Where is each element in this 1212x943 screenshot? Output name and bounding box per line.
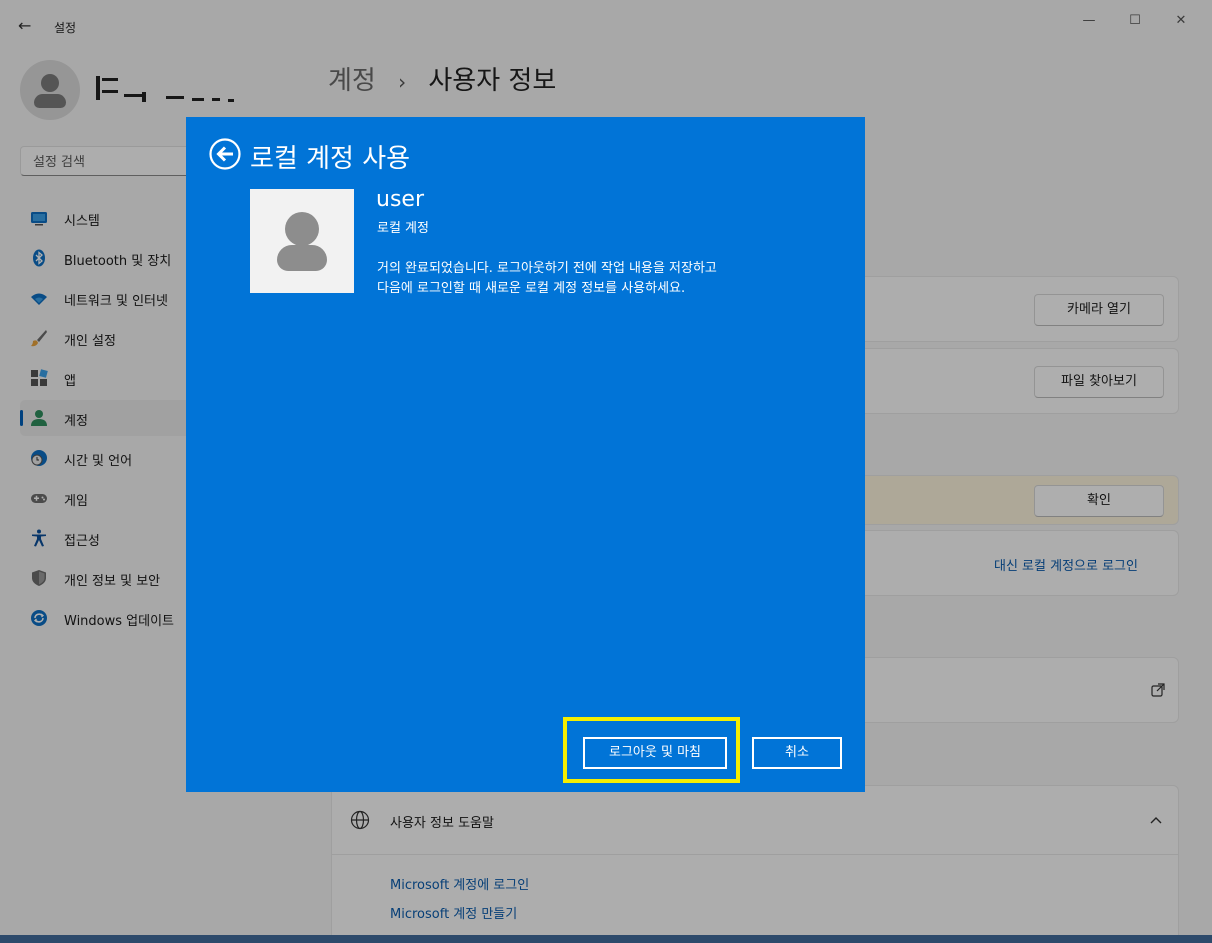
dialog-title: 로컬 계정 사용 bbox=[250, 144, 411, 174]
settings-window: ← 설정 — ☐ ✕ 시스템 Bluetooth 및 장치 네트워크 및 인터넷 bbox=[0, 0, 1212, 935]
cancel-button[interactable]: 취소 bbox=[752, 737, 842, 769]
taskbar-strip bbox=[0, 935, 1212, 943]
back-circle-icon[interactable] bbox=[208, 137, 242, 171]
local-account-dialog: 로컬 계정 사용 user 로컬 계정 거의 완료되었습니다. 로그아웃하기 전… bbox=[186, 117, 865, 792]
dialog-message-line: 다음에 로그인할 때 새로운 로컬 계정 정보를 사용하세요. bbox=[377, 281, 686, 296]
dialog-account-type: 로컬 계정 bbox=[377, 221, 429, 236]
user-avatar bbox=[250, 189, 354, 293]
dialog-username: user bbox=[376, 187, 424, 212]
signout-finish-button[interactable]: 로그아웃 및 마침 bbox=[583, 737, 727, 769]
dialog-message-line: 거의 완료되었습니다. 로그아웃하기 전에 작업 내용을 저장하고 bbox=[377, 261, 717, 276]
dialog-message: 거의 완료되었습니다. 로그아웃하기 전에 작업 내용을 저장하고 다음에 로그… bbox=[377, 259, 837, 299]
